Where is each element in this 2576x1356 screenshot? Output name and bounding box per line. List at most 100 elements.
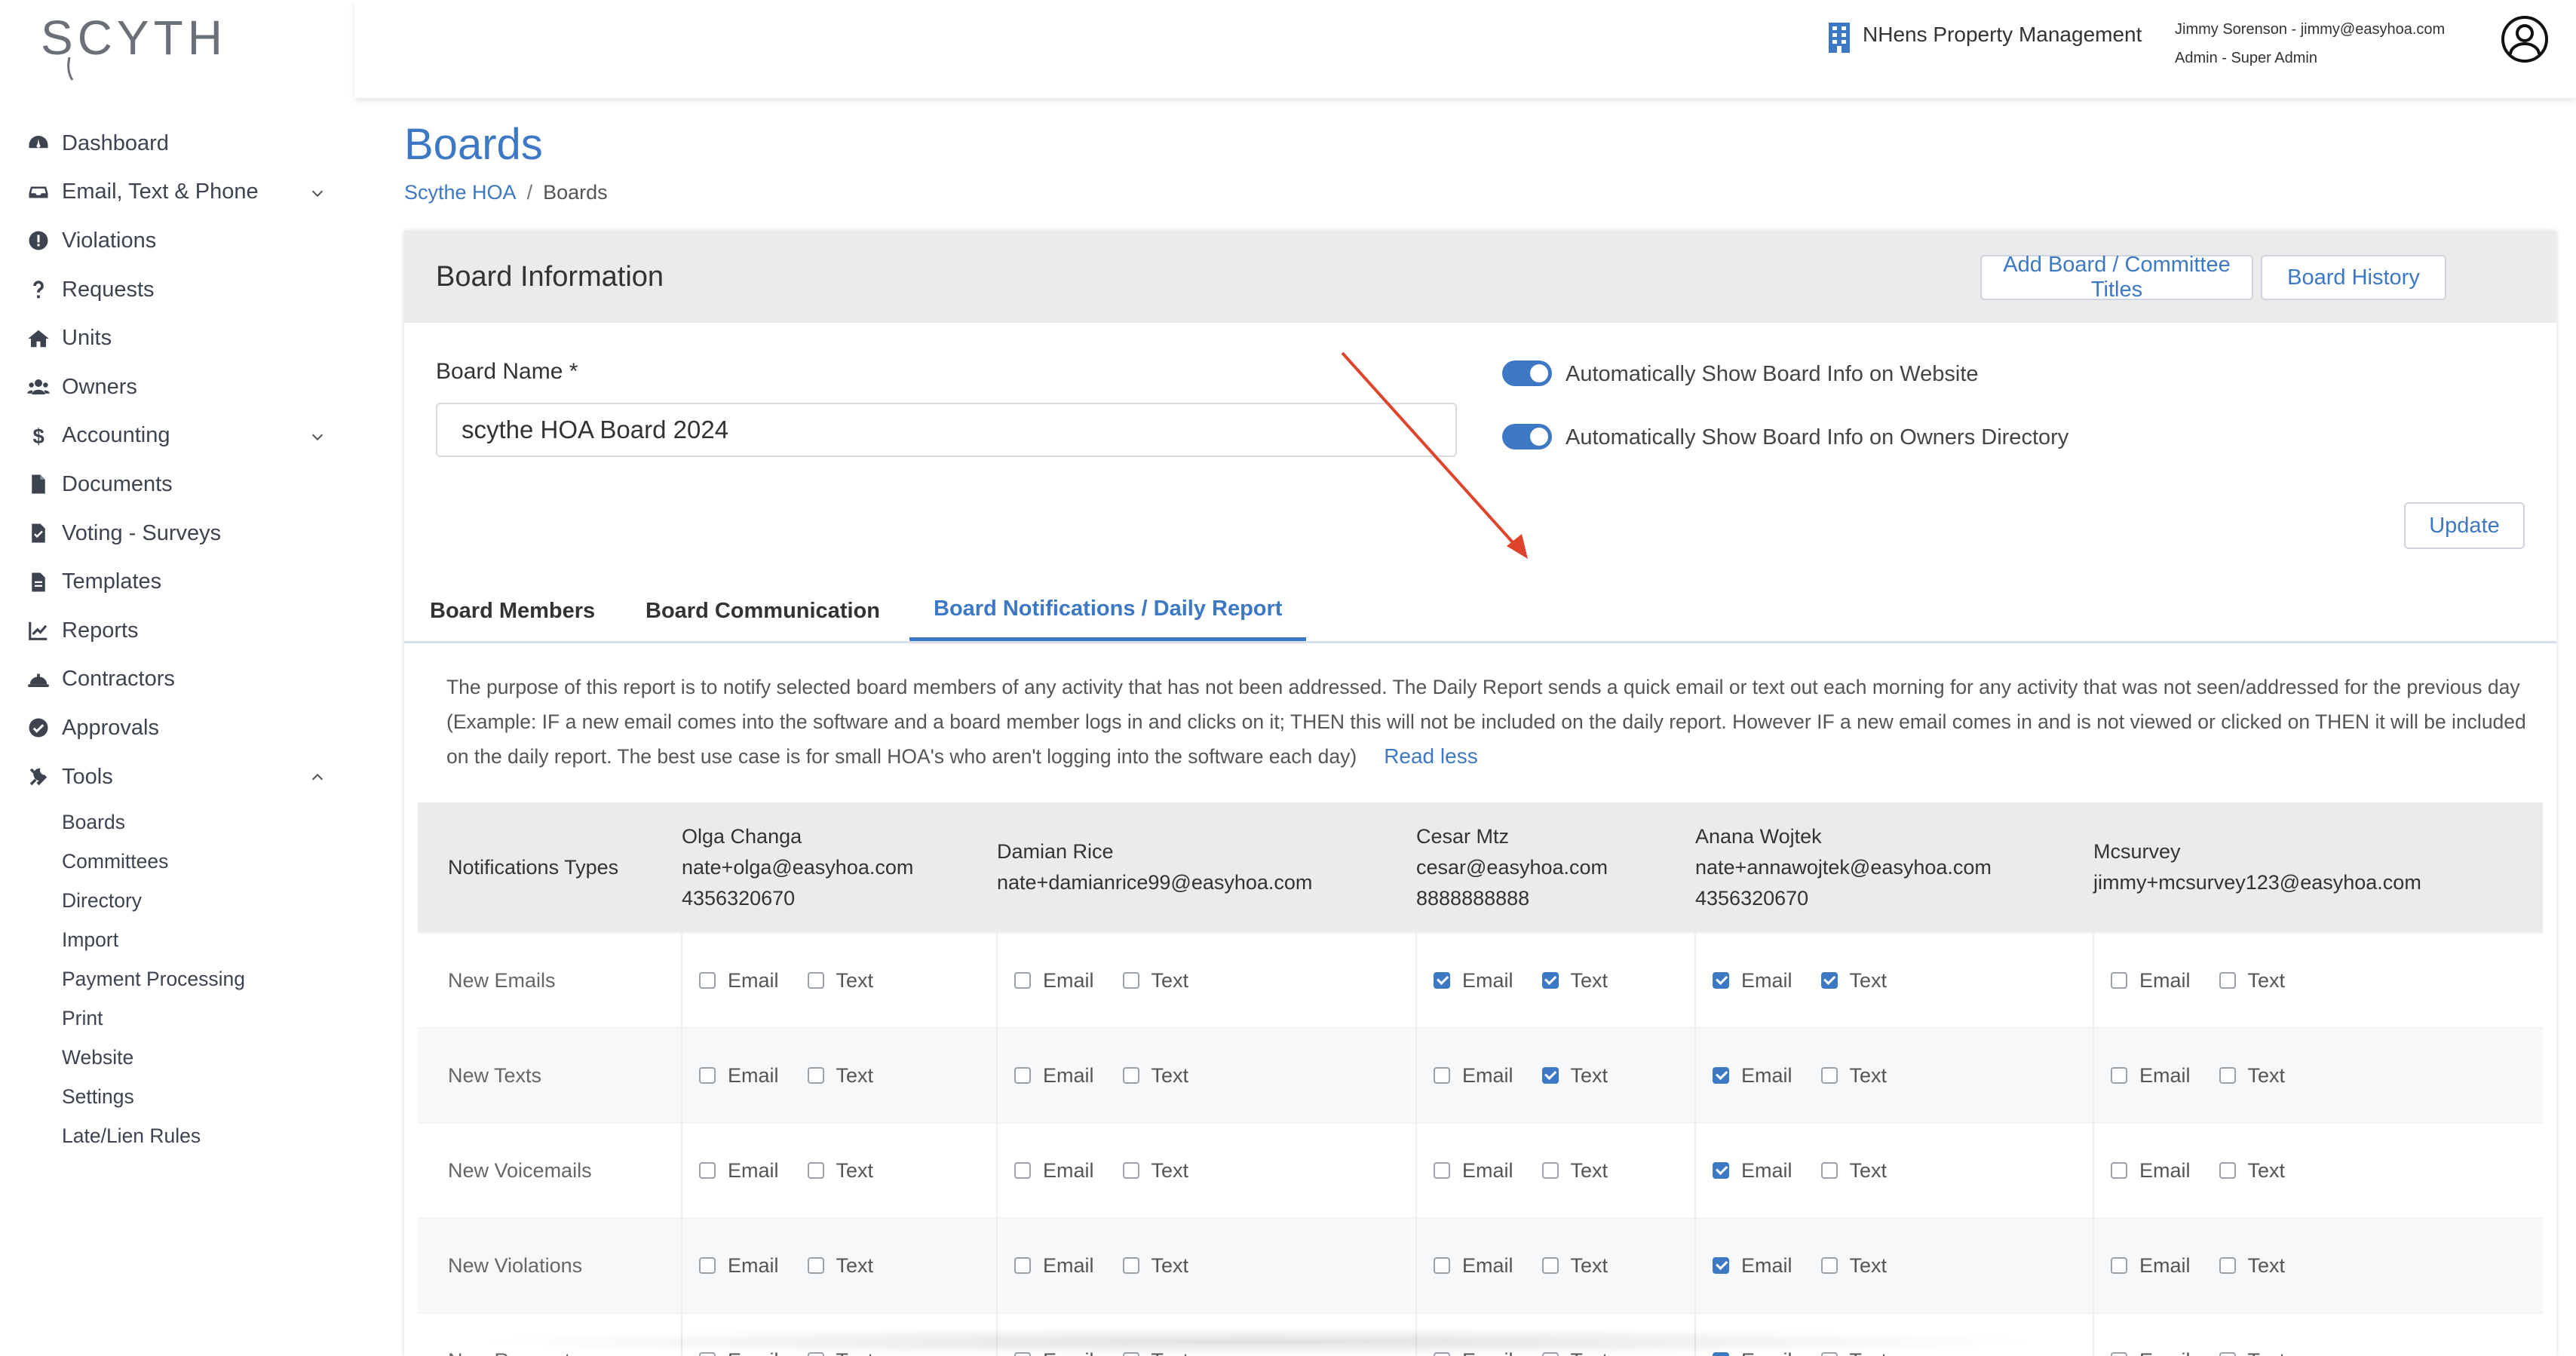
email-checkbox[interactable] <box>1713 1067 1729 1084</box>
sidebar-item-email-text-phone[interactable]: Email, Text & Phone <box>0 168 354 217</box>
text-checkbox[interactable] <box>1541 972 1559 989</box>
sidebar-subitem-boards[interactable]: Boards <box>0 802 354 842</box>
text-checkbox[interactable] <box>2219 1257 2236 1274</box>
text-checkbox[interactable] <box>2219 1162 2236 1179</box>
text-checkbox[interactable] <box>1122 1352 1139 1356</box>
sidebar-item-requests[interactable]: Requests <box>0 265 354 314</box>
add-board-titles-button[interactable]: Add Board / Committee Titles <box>1980 253 2253 302</box>
chevron-up-icon[interactable] <box>309 769 326 786</box>
sidebar-subitem-directory[interactable]: Directory <box>0 881 354 920</box>
text-checkbox[interactable] <box>1122 972 1139 989</box>
sidebar-item-owners[interactable]: Owners <box>0 363 354 412</box>
text-checkbox[interactable] <box>1122 1162 1139 1179</box>
sidebar-subitem-print[interactable]: Print <box>0 999 354 1038</box>
breadcrumb-link-hoa[interactable]: Scythe HOA <box>404 181 517 204</box>
notifications-table-body: New Emails Email Text Email Text Email Text Ema… <box>418 932 2543 1356</box>
text-checkbox[interactable] <box>1820 1257 1838 1274</box>
email-checkbox[interactable] <box>1713 1257 1729 1274</box>
checkbox-group: Email Text <box>682 1159 996 1183</box>
text-checkbox[interactable] <box>807 1067 824 1084</box>
email-checkbox[interactable] <box>2111 972 2127 989</box>
text-checkbox[interactable] <box>807 1162 824 1179</box>
member-header: Anana Wojtek nate+annawojtek@easyhoa.com 4… <box>1695 802 2093 933</box>
company-name[interactable]: NHens Property Management <box>1863 23 2142 47</box>
board-name-input[interactable] <box>436 403 1457 457</box>
text-checkbox-label: Text <box>2247 968 2286 992</box>
text-checkbox[interactable] <box>1820 1162 1838 1179</box>
email-checkbox[interactable] <box>1014 1067 1031 1084</box>
sidebar-item-violations[interactable]: Violations <box>0 216 354 265</box>
text-checkbox[interactable] <box>2219 1067 2236 1084</box>
checkbox-group: Email Text <box>998 1349 1415 1356</box>
email-checkbox[interactable] <box>1434 1352 1450 1356</box>
report-description-text: The purpose of this report is to notify … <box>446 676 2526 768</box>
chevron-down-icon[interactable] <box>309 185 326 201</box>
text-checkbox[interactable] <box>1820 972 1838 989</box>
email-checkbox[interactable] <box>1014 1352 1031 1356</box>
text-checkbox[interactable] <box>1541 1067 1559 1084</box>
email-checkbox[interactable] <box>1713 1162 1729 1179</box>
email-checkbox[interactable] <box>699 972 716 989</box>
sidebar-item-contractors[interactable]: Contractors <box>0 655 354 704</box>
email-checkbox[interactable] <box>2111 1352 2127 1356</box>
text-checkbox[interactable] <box>807 972 824 989</box>
text-checkbox[interactable] <box>2219 972 2236 989</box>
sidebar-item-documents[interactable]: Documents <box>0 460 354 509</box>
sidebar-subitem-settings[interactable]: Settings <box>0 1077 354 1116</box>
tab-board-communication[interactable]: Board Communication <box>646 581 880 641</box>
text-checkbox[interactable] <box>1122 1067 1139 1084</box>
email-checkbox[interactable] <box>699 1162 716 1179</box>
board-history-button[interactable]: Board History <box>2261 255 2446 300</box>
text-checkbox[interactable] <box>1122 1257 1139 1274</box>
sidebar-subitem-import[interactable]: Import <box>0 920 354 959</box>
email-checkbox[interactable] <box>1434 1162 1450 1179</box>
text-checkbox[interactable] <box>807 1257 824 1274</box>
text-checkbox-label: Text <box>836 1349 874 1356</box>
sidebar-item-accounting[interactable]: $ Accounting <box>0 412 354 461</box>
sidebar-item-dashboard[interactable]: Dashboard <box>0 119 354 168</box>
email-checkbox[interactable] <box>1014 1257 1031 1274</box>
sidebar-subitem-late-lien-rules[interactable]: Late/Lien Rules <box>0 1116 354 1155</box>
text-checkbox[interactable] <box>1541 1352 1559 1356</box>
text-checkbox[interactable] <box>1541 1162 1559 1179</box>
text-checkbox[interactable] <box>1820 1067 1838 1084</box>
email-checkbox[interactable] <box>2111 1162 2127 1179</box>
checkbox-group: Email Text <box>2094 1254 2543 1278</box>
email-checkbox-label: Email <box>1043 1253 1094 1277</box>
email-checkbox[interactable] <box>1014 972 1031 989</box>
tab-board-notifications[interactable]: Board Notifications / Daily Report <box>909 581 1307 641</box>
email-checkbox[interactable] <box>1713 1352 1729 1356</box>
scythe-logo[interactable]: SCYTHE <box>39 8 228 83</box>
update-button[interactable]: Update <box>2404 502 2525 549</box>
read-less-link[interactable]: Read less <box>1384 744 1478 768</box>
email-checkbox-label: Email <box>1741 1253 1792 1277</box>
email-checkbox-label: Email <box>1462 1158 1513 1182</box>
text-checkbox[interactable] <box>1820 1352 1838 1356</box>
text-checkbox[interactable] <box>2219 1352 2236 1356</box>
email-checkbox[interactable] <box>1434 1067 1450 1084</box>
sidebar-item-voting-surveys[interactable]: Voting - Surveys <box>0 509 354 558</box>
chevron-down-icon[interactable] <box>309 428 326 445</box>
sidebar-item-units[interactable]: Units <box>0 314 354 363</box>
sidebar-item-tools[interactable]: Tools <box>0 753 354 802</box>
text-checkbox[interactable] <box>807 1352 824 1356</box>
sidebar-item-approvals[interactable]: Approvals <box>0 704 354 753</box>
text-checkbox[interactable] <box>1541 1257 1559 1274</box>
sidebar-item-reports[interactable]: Reports <box>0 606 354 655</box>
email-checkbox[interactable] <box>1434 1257 1450 1274</box>
user-avatar-icon[interactable] <box>2501 15 2549 63</box>
email-checkbox[interactable] <box>2111 1067 2127 1084</box>
email-checkbox[interactable] <box>2111 1257 2127 1274</box>
tab-board-members[interactable]: Board Members <box>430 581 595 641</box>
email-checkbox[interactable] <box>699 1067 716 1084</box>
email-checkbox[interactable] <box>699 1257 716 1274</box>
email-checkbox[interactable] <box>699 1352 716 1356</box>
email-checkbox[interactable] <box>1014 1162 1031 1179</box>
member-notification-cell: Email Text <box>997 1217 1417 1313</box>
email-checkbox[interactable] <box>1713 972 1729 989</box>
email-checkbox[interactable] <box>1434 972 1450 989</box>
sidebar-subitem-committees[interactable]: Committees <box>0 842 354 881</box>
sidebar-item-templates[interactable]: Templates <box>0 557 354 606</box>
sidebar-subitem-website[interactable]: Website <box>0 1038 354 1077</box>
sidebar-subitem-payment-processing[interactable]: Payment Processing <box>0 959 354 999</box>
